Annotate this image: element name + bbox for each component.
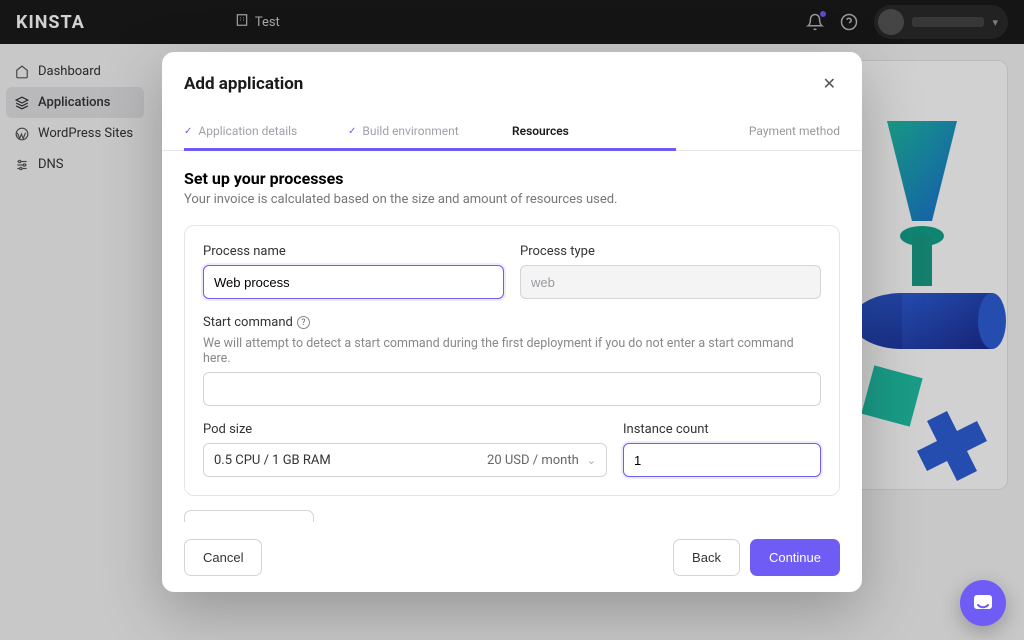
step-application-details[interactable]: ✓ Application details <box>184 114 348 150</box>
pod-size-price: 20 USD / month <box>487 453 579 468</box>
step-resources[interactable]: Resources <box>512 114 676 150</box>
chat-launcher[interactable] <box>960 580 1006 626</box>
start-command-input[interactable] <box>203 372 821 406</box>
process-type-label: Process type <box>520 244 821 259</box>
close-button[interactable]: ✕ <box>819 70 840 98</box>
process-type-input <box>520 265 821 299</box>
instance-count-input[interactable] <box>623 443 821 477</box>
process-name-label: Process name <box>203 244 504 259</box>
continue-button[interactable]: Continue <box>750 539 840 576</box>
step-payment-method[interactable]: Payment method <box>676 114 840 150</box>
step-label: Application details <box>198 124 297 138</box>
step-label: Payment method <box>749 124 840 138</box>
start-command-helper: We will attempt to detect a start comman… <box>203 336 821 366</box>
wizard-steps: ✓ Application details ✓ Build environmen… <box>162 114 862 151</box>
chat-icon <box>971 591 995 615</box>
add-application-modal: Add application ✕ ✓ Application details … <box>162 52 862 592</box>
info-icon[interactable]: ? <box>297 316 310 329</box>
check-icon: ✓ <box>184 126 192 137</box>
step-label: Build environment <box>362 124 458 138</box>
pod-size-value: 0.5 CPU / 1 GB RAM <box>214 453 331 468</box>
step-build-environment[interactable]: ✓ Build environment <box>348 114 512 150</box>
pod-size-label: Pod size <box>203 422 607 437</box>
process-card: Process name Process type Start command … <box>184 225 840 496</box>
add-process-button[interactable]: Add new process <box>184 510 314 522</box>
cancel-button[interactable]: Cancel <box>184 539 262 576</box>
chevron-down-icon: ⌄ <box>587 454 596 467</box>
start-command-label: Start command ? <box>203 315 821 330</box>
close-icon: ✕ <box>823 76 836 93</box>
modal-title: Add application <box>184 74 303 94</box>
pod-size-select[interactable]: 0.5 CPU / 1 GB RAM 20 USD / month ⌄ <box>203 443 607 477</box>
process-name-input[interactable] <box>203 265 504 299</box>
instance-count-label: Instance count <box>623 422 821 437</box>
modal-overlay: Add application ✕ ✓ Application details … <box>0 0 1024 640</box>
section-subtitle: Your invoice is calculated based on the … <box>184 192 840 207</box>
section-title: Set up your processes <box>184 169 840 188</box>
back-button[interactable]: Back <box>673 539 740 576</box>
step-label: Resources <box>512 124 569 138</box>
check-icon: ✓ <box>348 126 356 137</box>
